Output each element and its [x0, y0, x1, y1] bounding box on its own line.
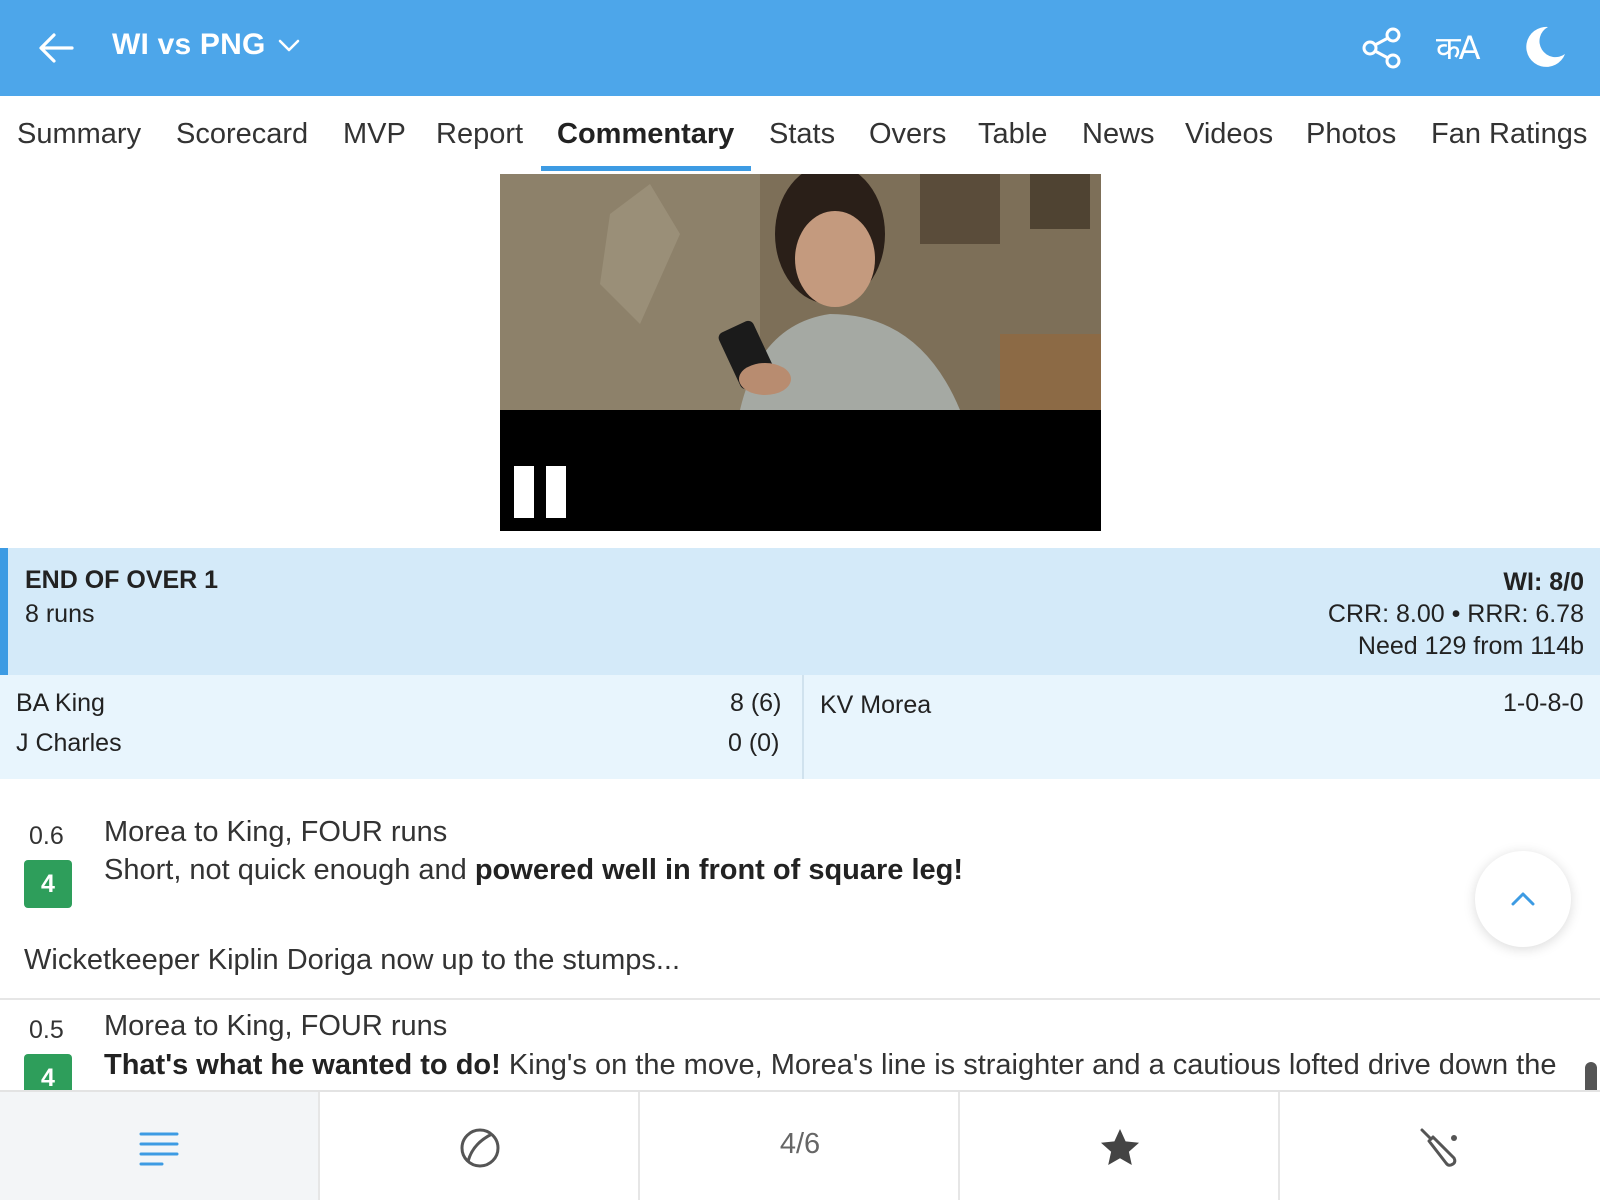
- bottom-nav-batting[interactable]: [1280, 1092, 1600, 1200]
- ball-icon: [460, 1128, 500, 1168]
- menu-lines-icon: [139, 1132, 179, 1166]
- over-score-block: WI: 8/0 CRR: 8.00 • RRR: 6.78 Need 129 f…: [1328, 566, 1584, 662]
- batter-name: J Charles: [16, 729, 122, 757]
- video-frame: [500, 174, 1101, 410]
- active-tab-indicator: [541, 166, 751, 171]
- runs-badge: 4: [24, 860, 72, 908]
- star-icon: [1101, 1129, 1139, 1165]
- pause-button[interactable]: [514, 466, 566, 518]
- commentary-title: Morea to King, FOUR runs: [104, 1010, 448, 1042]
- video-player[interactable]: [500, 174, 1101, 531]
- tab-news[interactable]: News: [1082, 118, 1155, 151]
- language-toggle[interactable]: कA: [1436, 26, 1480, 69]
- over-summary-accent-bar: [0, 548, 8, 675]
- commentary-divider: [0, 998, 1600, 1000]
- column-divider: [802, 675, 804, 779]
- batter-name: BA King: [16, 689, 105, 717]
- tab-summary[interactable]: Summary: [17, 118, 141, 151]
- tab-stats[interactable]: Stats: [769, 118, 835, 151]
- video-frame-image: [500, 174, 1101, 410]
- ball-number: 0.6: [29, 822, 64, 850]
- bottom-nav-page[interactable]: 4/6: [640, 1092, 960, 1200]
- match-title-dropdown[interactable]: WI vs PNG: [112, 28, 300, 62]
- batter-score: 0 (0): [728, 729, 780, 757]
- bottom-nav-commentary[interactable]: [0, 1092, 320, 1200]
- tab-mvp[interactable]: MVP: [343, 118, 406, 151]
- commentary-text: That's what he wanted to do! King's on t…: [104, 1049, 1557, 1081]
- batting-bowling-summary: BA King 8 (6) J Charles 0 (0) KV Morea 1…: [0, 675, 1600, 779]
- bowler-name: KV Morea: [820, 691, 932, 719]
- team-score: WI: 8/0: [1503, 568, 1584, 596]
- bottom-nav-highlights[interactable]: [960, 1092, 1280, 1200]
- share-icon[interactable]: [1360, 26, 1404, 70]
- end-of-over-summary: END OF OVER 1 8 runs WI: 8/0 CRR: 8.00 •…: [0, 548, 1600, 675]
- batter-score: 8 (6): [730, 689, 782, 717]
- over-runs: 8 runs: [25, 600, 95, 628]
- ball-number: 0.5: [29, 1016, 64, 1044]
- tab-fan-ratings[interactable]: Fan Ratings: [1431, 118, 1587, 151]
- bottom-navigation: 4/6: [0, 1090, 1600, 1200]
- target-requirement: Need 129 from 114b: [1357, 632, 1584, 660]
- tab-table[interactable]: Table: [978, 118, 1047, 151]
- chevron-up-icon: [1511, 892, 1535, 906]
- tab-bar: Summary Scorecard MVP Report Commentary …: [0, 96, 1600, 174]
- chevron-down-icon: [278, 39, 299, 52]
- tab-overs[interactable]: Overs: [869, 118, 946, 151]
- back-arrow-icon[interactable]: [36, 28, 76, 68]
- tab-report[interactable]: Report: [436, 118, 523, 151]
- scroll-to-top-button[interactable]: [1475, 851, 1571, 947]
- commentary-note: Wicketkeeper Kiplin Doriga now up to the…: [24, 944, 681, 976]
- tab-commentary[interactable]: Commentary: [557, 118, 734, 151]
- app-header: WI vs PNG कA: [0, 0, 1600, 96]
- dark-mode-moon-icon[interactable]: [1522, 24, 1568, 70]
- commentary-text: Short, not quick enough and powered well…: [104, 854, 964, 886]
- tab-scorecard[interactable]: Scorecard: [176, 118, 308, 151]
- commentary-title: Morea to King, FOUR runs: [104, 816, 448, 848]
- page-counter: 4/6: [779, 1128, 821, 1160]
- over-heading: END OF OVER 1: [25, 566, 219, 594]
- tab-photos[interactable]: Photos: [1306, 118, 1396, 151]
- tab-videos[interactable]: Videos: [1185, 118, 1273, 151]
- bowler-figures: 1-0-8-0: [1503, 689, 1584, 717]
- bottom-nav-ball[interactable]: [320, 1092, 640, 1200]
- cricket-bat-icon: [1420, 1128, 1457, 1167]
- match-title: WI vs PNG: [112, 28, 266, 61]
- run-rates: CRR: 8.00 • RRR: 6.78: [1327, 600, 1584, 628]
